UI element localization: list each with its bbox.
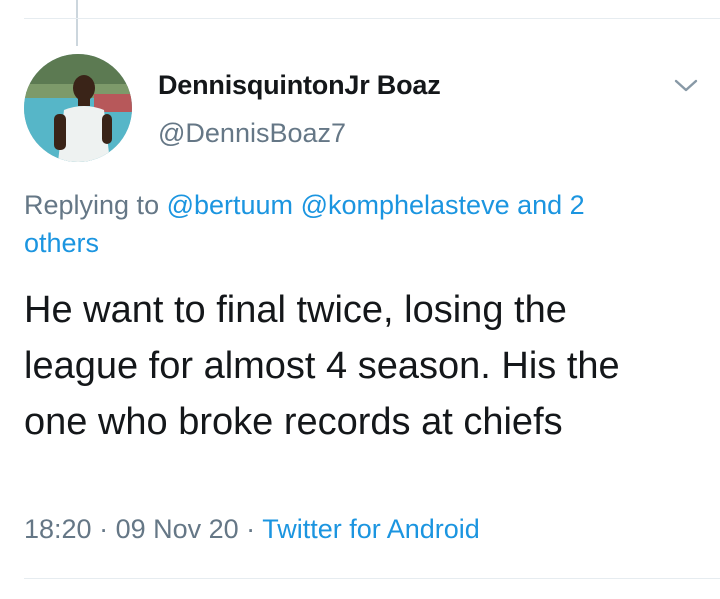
- chevron-down-icon[interactable]: [672, 76, 700, 96]
- separator: ·: [238, 514, 263, 544]
- tweet-source-link[interactable]: Twitter for Android: [262, 514, 480, 544]
- tweet-time: 18:20: [24, 514, 92, 544]
- mention-link[interactable]: @bertuum: [167, 190, 293, 220]
- separator: ·: [91, 514, 116, 544]
- tweet-date: 09 Nov 20: [115, 514, 239, 544]
- mention-link[interactable]: @komphelasteve: [301, 190, 510, 220]
- tweet-text: He want to final twice, losing the leagu…: [24, 289, 620, 443]
- tweet-metadata: 18:20 · 09 Nov 20 · Twitter for Android: [24, 514, 480, 545]
- thread-connector-line: [76, 0, 78, 46]
- profile-photo: [24, 54, 132, 162]
- author-display-name[interactable]: DennisquintonJr Boaz: [158, 70, 441, 101]
- replying-to-label: Replying to: [24, 190, 167, 220]
- bottom-divider: [24, 578, 720, 579]
- top-divider: [24, 18, 720, 19]
- avatar[interactable]: [24, 54, 132, 162]
- author-handle[interactable]: @DennisBoaz7: [158, 118, 346, 149]
- replying-to-line: Replying to @bertuum @komphelasteve and …: [24, 186, 664, 262]
